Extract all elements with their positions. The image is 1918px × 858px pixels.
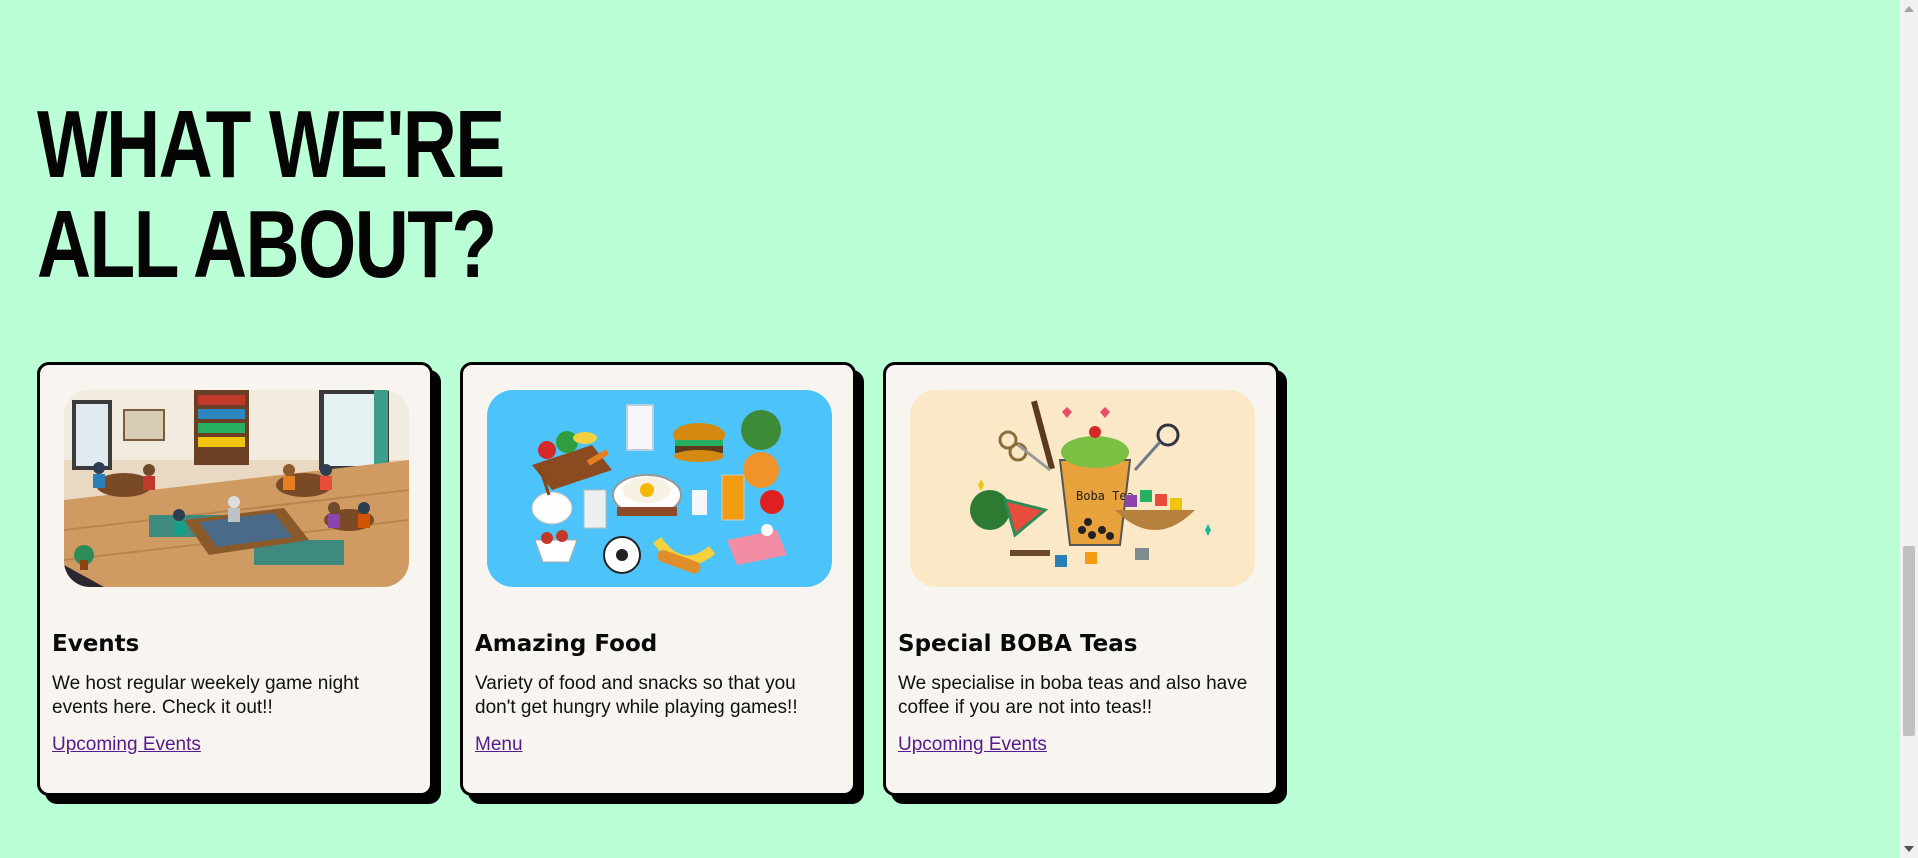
pixel-boba-tea-image: Boba Tea [910,390,1255,587]
menu-link[interactable]: Menu [475,734,523,756]
card-title: Special BOBA Teas [898,631,1138,657]
page: WHAT WE'RE ALL ABOUT? Events We host reg… [0,0,1900,858]
upcoming-events-link[interactable]: Upcoming Events [898,734,1047,756]
food-card: Amazing Food Variety of food and snacks … [460,362,856,796]
upcoming-events-link[interactable]: Upcoming Events [52,734,201,756]
card-description: We specialise in boba teas and also have… [898,673,1248,718]
card-description: Variety of food and snacks so that you d… [475,673,798,718]
card-title: Events [52,631,140,657]
scroll-up-arrow-icon[interactable] [1904,6,1914,12]
section-heading-line-2: ALL ABOUT? [37,191,497,298]
events-card: Events We host regular weekely game nigh… [37,362,433,796]
card-description: We host regular weekely game night event… [52,673,359,718]
scrollbar-thumb[interactable] [1903,546,1915,736]
section-heading: WHAT WE'RE ALL ABOUT? [37,91,505,298]
section-heading-line-1: WHAT WE'RE [37,91,505,198]
vertical-scrollbar[interactable] [1900,0,1918,858]
scroll-down-arrow-icon[interactable] [1904,846,1914,852]
pixel-food-image [487,390,832,587]
boba-tea-card: Boba Tea Special BOBA Teas We specialise… [883,362,1279,796]
board-game-cafe-image [64,390,409,587]
card-title: Amazing Food [475,631,658,657]
feature-cards: Events We host regular weekely game nigh… [37,362,1279,796]
